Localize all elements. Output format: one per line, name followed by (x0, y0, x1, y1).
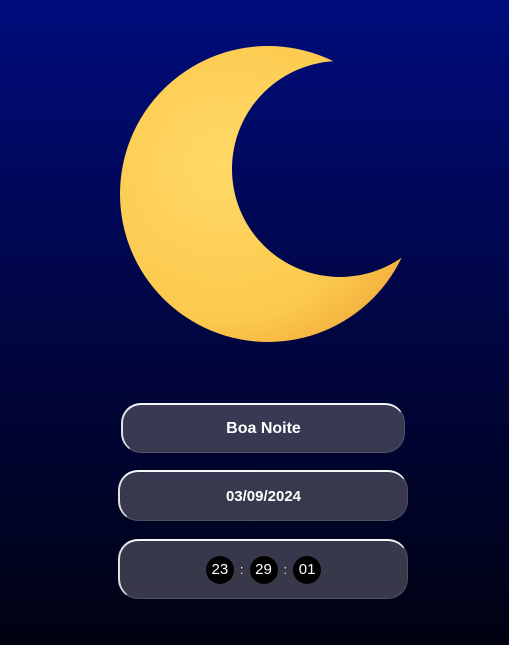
date-text: 03/09/2024 (225, 487, 302, 505)
date-panel: 03/09/2024 (118, 470, 408, 521)
clock-separator: : (283, 562, 288, 577)
clock-hours: 23 (205, 555, 234, 584)
clock-minutes: 29 (249, 555, 278, 584)
greeting-text: Boa Noite (226, 419, 301, 437)
clock-seconds: 01 (293, 555, 322, 584)
clock-panel: 23 : 29 : 01 (118, 539, 408, 599)
greeting-panel: Boa Noite (121, 403, 405, 453)
crescent-moon-icon (120, 46, 413, 342)
clock-separator: : (239, 562, 244, 577)
